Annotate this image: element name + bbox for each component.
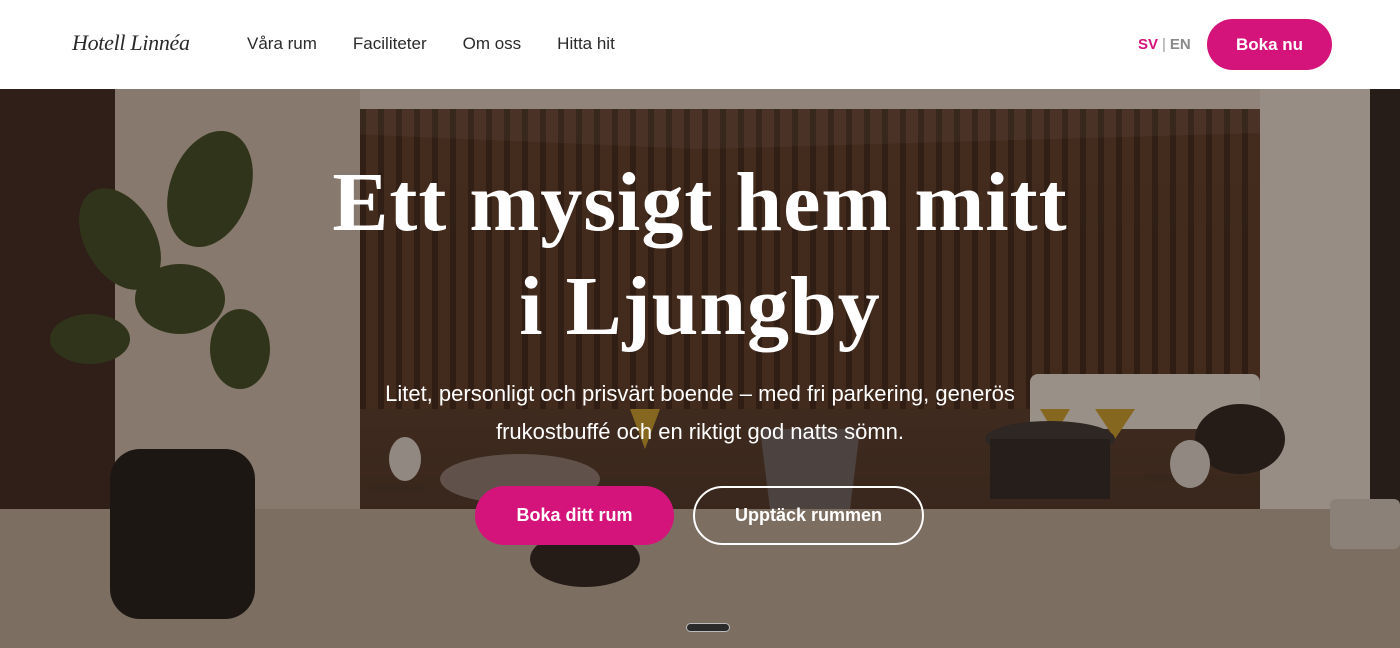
hero-title: Ett mysigt hem mitt i Ljungby [200, 151, 1200, 359]
language-switcher: SV | EN [1138, 36, 1191, 53]
hero-section: Ett mysigt hem mitt i Ljungby Litet, per… [0, 89, 1400, 648]
lang-en[interactable]: EN [1170, 36, 1191, 53]
hotel-logo[interactable]: Hotell Linnéa [72, 30, 190, 56]
hero-title-line2: i Ljungby [519, 260, 881, 353]
book-now-button[interactable]: Boka nu [1207, 19, 1332, 70]
hero-subtitle: Litet, personligt och prisvärt boende – … [330, 375, 1070, 451]
nav-item-directions[interactable]: Hitta hit [557, 34, 615, 54]
lang-sv[interactable]: SV [1138, 36, 1158, 53]
hero-subtitle-line1: Litet, personligt och prisvärt boende – … [385, 381, 1015, 406]
discover-rooms-button[interactable]: Upptäck rummen [693, 486, 924, 545]
book-room-button[interactable]: Boka ditt rum [475, 486, 674, 545]
carousel-indicator[interactable] [686, 623, 730, 632]
site-header: Hotell Linnéa Våra rum Faciliteter Om os… [0, 0, 1400, 89]
hero-title-line1: Ett mysigt hem mitt [332, 156, 1068, 249]
nav-item-rooms[interactable]: Våra rum [247, 34, 317, 54]
hero-subtitle-line2: frukostbuffé och en riktigt god natts sö… [495, 419, 905, 444]
lang-separator: | [1162, 36, 1166, 53]
nav-item-facilities[interactable]: Faciliteter [353, 34, 427, 54]
main-nav: Våra rum Faciliteter Om oss Hitta hit [247, 34, 615, 54]
nav-item-about[interactable]: Om oss [463, 34, 522, 54]
